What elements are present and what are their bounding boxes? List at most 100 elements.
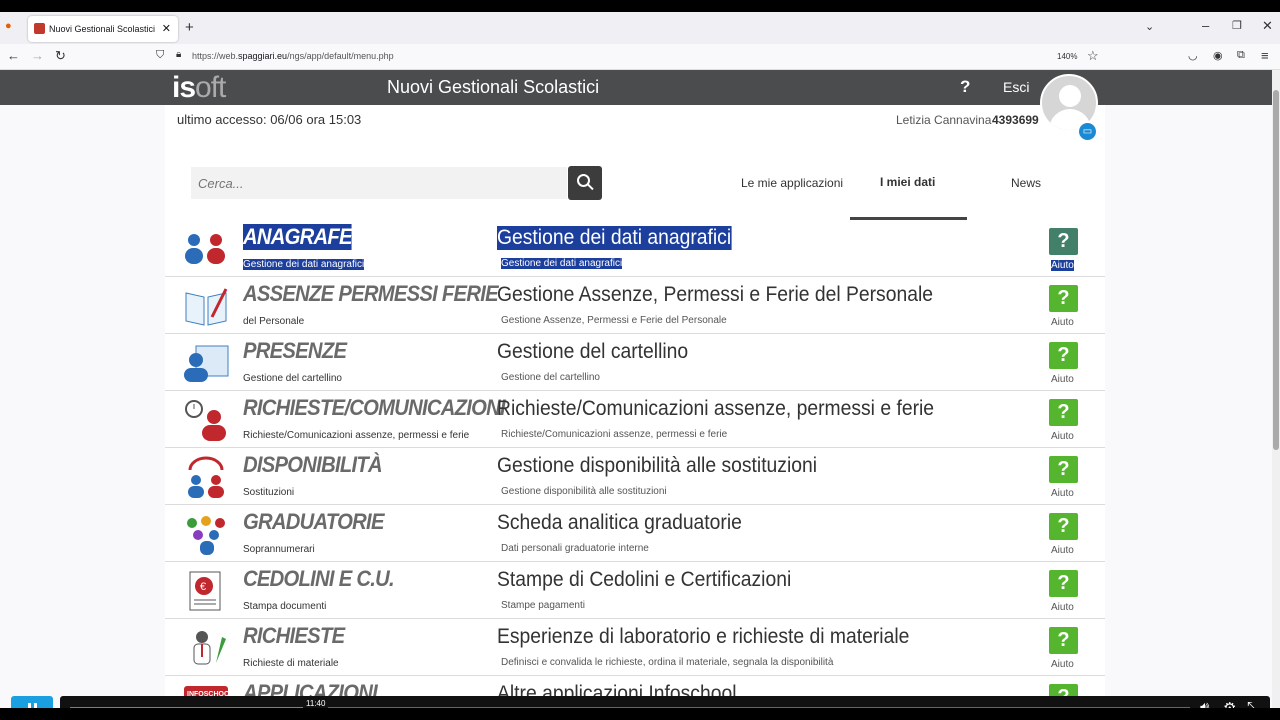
forward-icon[interactable]: → bbox=[31, 48, 44, 63]
app-icon[interactable] bbox=[182, 285, 230, 327]
chat-icon[interactable]: ▭ bbox=[1077, 121, 1098, 142]
shield-icon[interactable]: ⛉ bbox=[156, 49, 164, 62]
help-button[interactable]: ? bbox=[1049, 456, 1078, 483]
app-description[interactable]: Richieste/Comunicazioni assenze, permess… bbox=[497, 397, 934, 421]
firefox-icon[interactable]: ● bbox=[5, 20, 12, 32]
help-button[interactable]: ? bbox=[1049, 399, 1078, 426]
help-button[interactable]: ? bbox=[1049, 228, 1078, 255]
progress-fill bbox=[70, 707, 306, 708]
help-button[interactable]: ? bbox=[1049, 513, 1078, 540]
app-name[interactable]: PRESENZE bbox=[243, 338, 347, 364]
help-icon[interactable]: ? bbox=[960, 77, 970, 97]
video-timeline[interactable]: 11:40 🔊︎ ⚙ ⤡ bbox=[60, 696, 1270, 708]
app-icon[interactable] bbox=[182, 228, 230, 270]
close-tab-icon[interactable]: ✕ bbox=[162, 22, 171, 35]
search-input[interactable] bbox=[191, 167, 567, 199]
close-window-icon[interactable]: ✕ bbox=[1262, 18, 1273, 34]
app-description-detail: Gestione disponibilità alle sostituzioni bbox=[501, 486, 667, 497]
list-item[interactable]: RICHIESTE/COMUNICAZIONI Richieste/Comunic… bbox=[165, 391, 1105, 448]
help-label[interactable]: Aiuto bbox=[1051, 602, 1074, 613]
list-item[interactable]: € CEDOLINI E C.U. Stampa documenti Stampe d… bbox=[165, 562, 1105, 619]
help-label[interactable]: Aiuto bbox=[1051, 659, 1074, 670]
list-item[interactable]: ASSENZE PERMESSI FERIE del Personale Gesti… bbox=[165, 277, 1105, 334]
help-label[interactable]: Aiuto bbox=[1051, 317, 1074, 328]
logout-button[interactable]: Esci bbox=[1003, 79, 1029, 95]
app-name[interactable]: RICHIESTE/COMUNICAZIONI bbox=[243, 395, 506, 421]
menu-icon[interactable]: ≡ bbox=[1261, 48, 1269, 63]
navigation-bar: ← → ↻ ⛉ 🔒︎ https://web.spaggiari.eu/ngs/… bbox=[0, 44, 1280, 70]
app-description[interactable]: Gestione dei dati anagrafici bbox=[497, 226, 732, 250]
app-description[interactable]: Gestione del cartellino bbox=[497, 340, 688, 364]
restore-icon[interactable]: ❐ bbox=[1232, 19, 1242, 32]
extensions-icon[interactable]: ⧉ bbox=[1237, 49, 1245, 62]
app-icon[interactable]: € bbox=[182, 570, 230, 612]
isoft-logo: isoft bbox=[172, 71, 226, 104]
progress-track[interactable]: 11:40 bbox=[70, 698, 1190, 708]
app-description[interactable]: Gestione disponibilità alle sostituzioni bbox=[497, 454, 817, 478]
lock-icon[interactable]: 🔒︎ bbox=[176, 49, 181, 60]
app-icon[interactable] bbox=[182, 513, 230, 555]
pocket-icon[interactable]: ◡ bbox=[1188, 49, 1198, 62]
tab-news[interactable]: News bbox=[1011, 176, 1041, 190]
browser-window: ● Nuovi Gestionali Scolastici ✕ + ⌄ – ❐ … bbox=[0, 12, 1280, 708]
app-name[interactable]: ASSENZE PERMESSI FERIE bbox=[243, 281, 499, 307]
tab-my-data[interactable]: I miei dati bbox=[880, 175, 935, 189]
bookmark-star-icon[interactable]: ☆ bbox=[1087, 48, 1099, 64]
app-description-detail: Definisci e convalida le richieste, ordi… bbox=[501, 657, 834, 668]
list-item[interactable]: GRADUATORIE Soprannumerari Scheda analitic… bbox=[165, 505, 1105, 562]
help-label[interactable]: Aiuto bbox=[1051, 431, 1074, 442]
settings-gear-icon[interactable]: ⚙ bbox=[1223, 699, 1236, 708]
list-item[interactable]: ANAGRAFE Gestione dei dati anagrafici Gest… bbox=[165, 220, 1105, 277]
app-name[interactable]: GRADUATORIE bbox=[243, 509, 384, 535]
tab-list-icon[interactable]: ⌄ bbox=[1145, 20, 1154, 33]
list-item[interactable]: PRESENZE Gestione del cartellino Gestione … bbox=[165, 334, 1105, 391]
app-description[interactable]: Stampe di Cedolini e Certificazioni bbox=[497, 568, 791, 592]
app-subtitle: Richieste di materiale bbox=[243, 658, 339, 669]
app-name[interactable]: CEDOLINI E C.U. bbox=[243, 566, 395, 592]
app-icon[interactable] bbox=[182, 399, 230, 441]
help-button[interactable]: ? bbox=[1049, 285, 1078, 312]
app-icon[interactable] bbox=[182, 342, 230, 384]
back-icon[interactable]: ← bbox=[7, 48, 20, 63]
app-icon[interactable] bbox=[182, 627, 230, 669]
app-description[interactable]: Esperienze di laboratorio e richieste di… bbox=[497, 625, 909, 649]
fullscreen-exit-icon[interactable]: ⤡ bbox=[1247, 699, 1259, 708]
app-description[interactable]: Scheda analitica graduatorie bbox=[497, 511, 742, 535]
app-description-detail: Gestione dei dati anagrafici bbox=[501, 258, 623, 269]
app-description-detail: Stampe pagamenti bbox=[501, 600, 585, 611]
volume-icon[interactable]: 🔊︎ bbox=[1200, 699, 1209, 708]
browser-tab[interactable]: Nuovi Gestionali Scolastici ✕ bbox=[28, 16, 178, 42]
tab-my-applications[interactable]: Le mie applicazioni bbox=[741, 176, 843, 190]
search-button[interactable] bbox=[568, 166, 602, 200]
reload-icon[interactable]: ↻ bbox=[55, 48, 66, 64]
app-description-detail: Gestione Assenze, Permessi e Ferie del P… bbox=[501, 315, 727, 326]
app-name[interactable]: ANAGRAFE bbox=[243, 224, 353, 250]
app-name[interactable]: RICHIESTE bbox=[243, 623, 345, 649]
app-description[interactable]: Gestione Assenze, Permessi e Ferie del P… bbox=[497, 283, 933, 307]
app-subtitle: del Personale bbox=[243, 316, 305, 327]
help-label[interactable]: Aiuto bbox=[1051, 488, 1074, 499]
help-label[interactable]: Aiuto bbox=[1051, 545, 1074, 556]
address-bar[interactable]: https://web.spaggiari.eu/ngs/app/default… bbox=[192, 51, 394, 61]
app-icon[interactable] bbox=[182, 456, 230, 498]
app-subtitle: Gestione del cartellino bbox=[243, 373, 342, 384]
help-label[interactable]: Aiuto bbox=[1051, 374, 1074, 385]
new-tab-icon[interactable]: + bbox=[185, 19, 194, 36]
user-name: Letizia Cannavina bbox=[896, 113, 992, 127]
user-code: 4393699 bbox=[992, 113, 1039, 127]
account-icon[interactable]: ◉ bbox=[1213, 49, 1223, 62]
help-button[interactable]: ? bbox=[1049, 627, 1078, 654]
pause-button[interactable] bbox=[11, 696, 53, 708]
app-name[interactable]: DISPONIBILITÀ bbox=[243, 452, 383, 478]
last-access: ultimo accesso: 06/06 ora 15:03 bbox=[177, 112, 362, 127]
list-item[interactable]: DISPONIBILITÀ Sostituzioni Gestione dispon… bbox=[165, 448, 1105, 505]
scroll-thumb[interactable] bbox=[1273, 90, 1279, 450]
zoom-level[interactable]: 140% bbox=[1057, 52, 1077, 61]
help-button[interactable]: ? bbox=[1049, 570, 1078, 597]
help-label[interactable]: Aiuto bbox=[1051, 260, 1074, 271]
time-tooltip: 11:40 bbox=[303, 698, 329, 708]
list-item[interactable]: RICHIESTE Richieste di materiale Esperienz… bbox=[165, 619, 1105, 676]
minimize-icon[interactable]: – bbox=[1202, 18, 1209, 33]
help-button[interactable]: ? bbox=[1049, 342, 1078, 369]
scrollbar[interactable] bbox=[1272, 70, 1280, 708]
